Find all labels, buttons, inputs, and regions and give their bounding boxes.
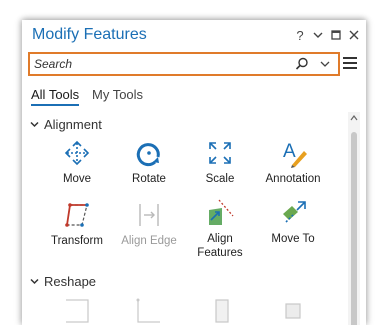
annotation-icon: A — [283, 141, 307, 168]
tool-move-to[interactable]: Move To — [258, 198, 328, 246]
reshape-tool-icon[interactable] — [206, 296, 236, 325]
scrollbar-thumb[interactable] — [351, 132, 357, 325]
reshape-tool-icon[interactable] — [62, 296, 92, 325]
scale-icon — [209, 142, 231, 164]
reshape-tool-icon[interactable] — [278, 296, 308, 325]
section-label: Alignment — [44, 117, 102, 132]
move-icon — [64, 140, 90, 166]
tool-label: Scale — [205, 173, 235, 185]
close-button[interactable] — [346, 26, 362, 44]
pane-options-button[interactable] — [310, 26, 326, 44]
maximize-icon — [331, 30, 341, 40]
search-icon[interactable] — [294, 56, 310, 72]
reshape-tool-icon[interactable] — [134, 296, 164, 325]
tool-annotation[interactable]: A Annotation — [258, 138, 328, 186]
close-icon — [349, 30, 359, 40]
tool-label: Align Edge — [121, 235, 177, 247]
modify-features-pane: Modify Features ? All Tools My Tools Ali… — [22, 20, 366, 325]
chevron-down-icon — [313, 32, 323, 38]
svg-text:A: A — [283, 141, 296, 162]
scroll-up-icon[interactable] — [350, 114, 358, 122]
tab-my-tools[interactable]: My Tools — [92, 87, 143, 102]
pane-title: Modify Features — [32, 26, 147, 43]
chevron-down-icon — [30, 278, 39, 285]
vertical-scrollbar[interactable] — [348, 112, 360, 325]
search-box — [28, 52, 340, 76]
tool-label: Move — [62, 173, 92, 185]
chevron-down-icon — [30, 121, 39, 128]
section-alignment-header[interactable]: Alignment — [30, 117, 102, 132]
tool-label: Rotate — [132, 173, 166, 185]
help-button[interactable]: ? — [292, 26, 308, 44]
transform-icon — [65, 203, 89, 227]
tool-rotate[interactable]: Rotate — [114, 138, 184, 186]
rotate-icon — [136, 143, 160, 167]
search-dropdown-icon[interactable] — [318, 56, 332, 72]
tool-scale[interactable]: Scale — [185, 138, 255, 186]
tool-label: Annotation — [265, 173, 321, 185]
tool-align-features[interactable]: Align Features — [185, 198, 255, 260]
tool-label: Move To — [271, 233, 315, 245]
search-input[interactable] — [34, 54, 284, 74]
align-features-icon — [209, 199, 234, 225]
section-label: Reshape — [44, 274, 97, 289]
align-edge-icon — [139, 204, 159, 226]
tool-label: Transform — [51, 235, 103, 247]
tool-move[interactable]: Move — [42, 138, 112, 186]
tool-transform[interactable]: Transform — [42, 200, 112, 248]
tool-label: Align Features — [197, 233, 243, 259]
maximize-button[interactable] — [328, 26, 344, 44]
section-reshape-header[interactable]: Reshape — [30, 274, 96, 289]
move-to-icon — [283, 201, 306, 223]
hamburger-menu-icon[interactable] — [342, 54, 358, 72]
tab-all-tools[interactable]: All Tools — [31, 87, 80, 106]
tool-align-edge[interactable]: Align Edge — [114, 200, 184, 248]
